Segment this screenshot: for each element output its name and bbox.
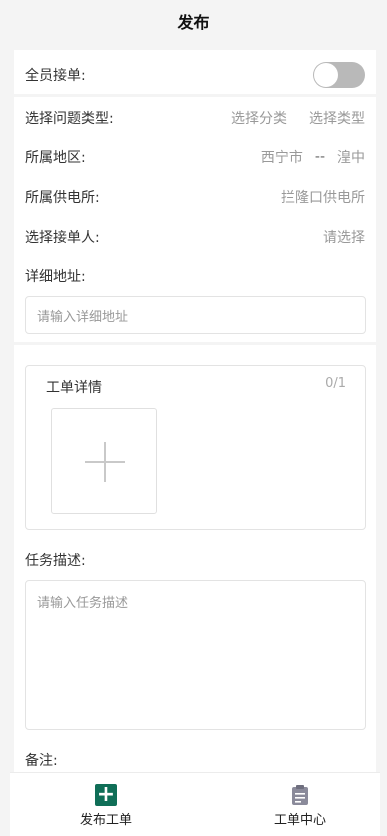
plus-icon [104, 442, 106, 482]
receiver-row: 选择接单人: 请选择 [25, 227, 365, 247]
region-separator: -- [314, 149, 325, 165]
bottom-tabbar: + 发布工单 工单中心 [10, 772, 380, 836]
tab-order-center-label: 工单中心 [273, 813, 326, 828]
clipboard-icon [289, 784, 311, 806]
address-placeholder: 请输入详细地址 [37, 309, 129, 325]
task-description-label: 任务描述: [25, 553, 86, 569]
divider [14, 94, 376, 97]
task-description-input[interactable]: 请输入任务描述 [25, 580, 366, 730]
page-title: 发布 [177, 13, 210, 32]
category-select[interactable]: 选择分类 [231, 108, 287, 128]
remark-row: 备注: [25, 750, 365, 770]
toggle-knob [314, 63, 338, 87]
tab-publish-label: 发布工单 [79, 813, 132, 828]
power-station-select[interactable]: 拦隆口供电所 [281, 187, 365, 207]
problem-type-label: 选择问题类型: [25, 111, 114, 127]
city-select[interactable]: 西宁市 [261, 147, 303, 167]
publish-form: 全员接单: 选择问题类型: 选择分类 选择类型 所属地区: 西宁市 -- 湟中 … [14, 50, 376, 780]
upload-count: 0/1 [325, 376, 346, 391]
task-description-placeholder: 请输入任务描述 [37, 596, 129, 611]
address-label: 详细地址: [25, 269, 86, 285]
problem-type-row: 选择问题类型: 选择分类 选择类型 [25, 108, 365, 128]
add-square-icon: + [95, 782, 117, 807]
problem-type-selectors: 选择分类 选择类型 [231, 108, 365, 128]
type-select[interactable]: 选择类型 [309, 108, 365, 128]
tab-publish-order[interactable]: + 发布工单 [46, 773, 166, 836]
power-station-label: 所属供电所: [25, 190, 100, 206]
all-staff-toggle[interactable] [313, 62, 365, 88]
receiver-label: 选择接单人: [25, 230, 100, 246]
receiver-select[interactable]: 请选择 [323, 227, 365, 247]
order-detail-upload: 工单详情 0/1 [25, 365, 366, 530]
page-header: 发布 [0, 0, 387, 42]
region-selectors: 西宁市 -- 湟中 [261, 147, 365, 167]
district-select[interactable]: 湟中 [337, 147, 365, 167]
power-station-row: 所属供电所: 拦隆口供电所 [25, 187, 365, 207]
divider [14, 342, 376, 345]
address-input[interactable]: 请输入详细地址 [25, 296, 366, 334]
order-detail-title: 工单详情 [46, 380, 102, 396]
tab-order-center[interactable]: 工单中心 [240, 773, 360, 836]
all-staff-label: 全员接单: [25, 68, 86, 84]
task-description-row: 任务描述: [25, 550, 365, 570]
remark-label: 备注: [25, 753, 58, 769]
all-staff-row: 全员接单: [25, 62, 365, 88]
region-row: 所属地区: 西宁市 -- 湟中 [25, 147, 365, 167]
region-label: 所属地区: [25, 150, 86, 166]
add-image-button[interactable] [51, 408, 157, 514]
address-row: 详细地址: [25, 266, 365, 286]
